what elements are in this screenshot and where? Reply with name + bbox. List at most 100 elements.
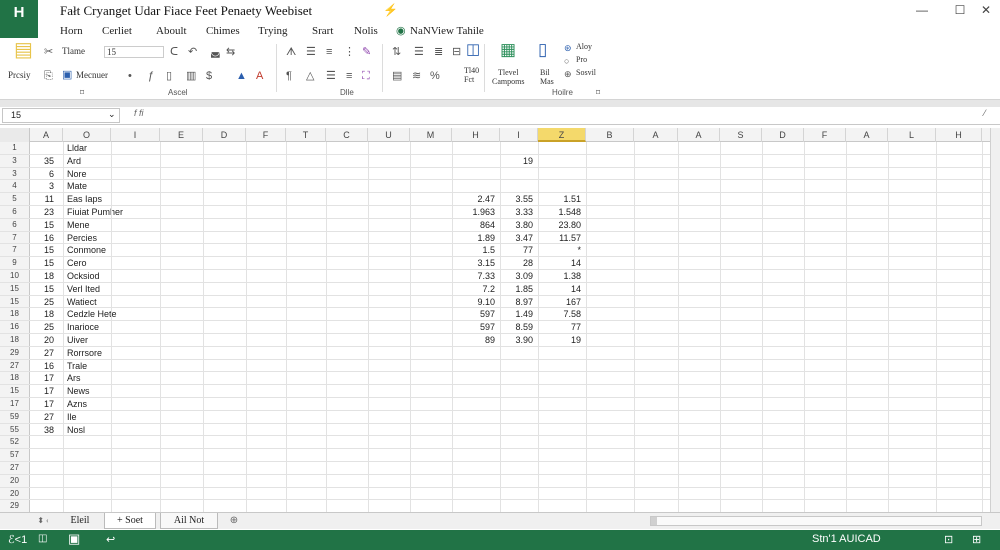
cell-a[interactable] bbox=[30, 449, 54, 461]
cell-value-h[interactable] bbox=[452, 500, 495, 512]
cell-value-i[interactable]: 3.55 bbox=[500, 193, 533, 205]
column-header[interactable]: U bbox=[368, 128, 410, 142]
cell-value-i[interactable]: 3.09 bbox=[500, 270, 533, 282]
align-bottom-icon[interactable]: ≡ bbox=[326, 46, 332, 58]
row-header[interactable]: 16 bbox=[0, 321, 30, 333]
sheet-tab-3[interactable]: Ail Not bbox=[160, 513, 218, 529]
cell-value-h[interactable]: 2.47 bbox=[452, 193, 495, 205]
row-header[interactable]: 18 bbox=[0, 372, 30, 385]
sort-icon[interactable]: ⇅ bbox=[392, 46, 401, 58]
cell-name[interactable] bbox=[67, 475, 157, 487]
tab-nolis[interactable]: Nolis bbox=[354, 22, 378, 40]
cell-value-z[interactable]: 11.57 bbox=[538, 232, 581, 244]
row-header[interactable]: 1 bbox=[0, 142, 30, 154]
cell-value-z[interactable] bbox=[538, 436, 581, 448]
cell-name[interactable]: Fiuiat Pumher bbox=[67, 206, 157, 218]
maximize-button[interactable]: ☐ bbox=[948, 1, 972, 19]
paste-icon[interactable]: ▤ bbox=[14, 40, 33, 60]
cell-value-h[interactable]: 597 bbox=[452, 308, 495, 320]
sheet-tab-2[interactable]: + Soet bbox=[104, 513, 156, 529]
cell-name[interactable]: Ard bbox=[67, 155, 157, 167]
cell-value-z[interactable] bbox=[538, 462, 581, 474]
align-justify-icon[interactable]: ☰ bbox=[414, 46, 424, 58]
cell-value-h[interactable] bbox=[452, 475, 495, 487]
cell-a[interactable]: 15 bbox=[30, 244, 54, 256]
align-left-icon[interactable]: ¶ bbox=[286, 70, 292, 82]
vertical-scrollbar[interactable] bbox=[990, 128, 1000, 512]
cell-name[interactable]: Mene bbox=[67, 219, 157, 231]
cell-name[interactable] bbox=[67, 488, 157, 500]
tab-view-table[interactable]: NaNView Tahile bbox=[410, 22, 484, 40]
cell-value-h[interactable] bbox=[452, 488, 495, 500]
fx-icon[interactable]: f fi bbox=[134, 108, 144, 118]
row-header[interactable]: 59 bbox=[0, 410, 30, 423]
cell-value-i[interactable] bbox=[500, 449, 533, 461]
orientation-icon[interactable]: ⋮ bbox=[344, 46, 355, 58]
cell-value-i[interactable] bbox=[500, 475, 533, 487]
cell-value-z[interactable] bbox=[538, 385, 581, 397]
record-icon[interactable]: ◫ bbox=[38, 533, 47, 544]
cell-value-h[interactable] bbox=[452, 449, 495, 461]
table-button[interactable]: Tl40 Fct bbox=[464, 66, 479, 84]
cell-name[interactable]: Lldar bbox=[67, 142, 157, 154]
cell-a[interactable]: 20 bbox=[30, 334, 54, 346]
cell-value-z[interactable] bbox=[538, 500, 581, 512]
cell-value-z[interactable] bbox=[538, 168, 581, 180]
row-header[interactable]: 7 bbox=[0, 231, 30, 244]
cell-value-i[interactable]: 3.80 bbox=[500, 219, 533, 231]
cell-value-i[interactable]: 19 bbox=[500, 155, 533, 167]
column-header[interactable]: A bbox=[678, 128, 720, 142]
row-header[interactable]: 10 bbox=[0, 270, 30, 282]
cell-a[interactable]: 16 bbox=[30, 360, 54, 372]
select-all-corner[interactable] bbox=[0, 128, 30, 142]
row-header[interactable]: 20 bbox=[0, 487, 30, 500]
cell-name[interactable]: Watiect bbox=[67, 296, 157, 308]
cell-value-i[interactable] bbox=[500, 436, 533, 448]
cell-value-i[interactable] bbox=[500, 488, 533, 500]
row-header[interactable]: 7 bbox=[0, 244, 30, 257]
column-header[interactable]: C bbox=[326, 128, 368, 142]
cell-name[interactable] bbox=[67, 436, 157, 448]
tab-chimes[interactable]: Chimes bbox=[206, 22, 240, 40]
decrease-icon[interactable]: ▤ bbox=[392, 70, 402, 82]
cell-name[interactable]: Nore bbox=[67, 168, 157, 180]
cell-name[interactable]: Cero bbox=[67, 257, 157, 269]
cell-name[interactable]: Ile bbox=[67, 411, 157, 423]
cell-value-z[interactable]: 23.80 bbox=[538, 219, 581, 231]
cell-value-i[interactable]: 3.90 bbox=[500, 334, 533, 346]
cell-value-h[interactable] bbox=[452, 360, 495, 372]
name-box[interactable]: 15 bbox=[2, 108, 120, 123]
cell-a[interactable]: 35 bbox=[30, 155, 54, 167]
row-header[interactable]: 15 bbox=[0, 385, 30, 397]
cell-value-h[interactable] bbox=[452, 168, 495, 180]
cell-a[interactable]: 17 bbox=[30, 385, 54, 397]
column-header[interactable]: I bbox=[500, 128, 538, 142]
cell-value-i[interactable] bbox=[500, 168, 533, 180]
option-icon-1[interactable]: ⊛ bbox=[564, 42, 572, 54]
cell-name[interactable] bbox=[67, 500, 157, 512]
cell-name[interactable]: Cedzle Hete bbox=[67, 308, 157, 320]
cell-value-z[interactable]: 19 bbox=[538, 334, 581, 346]
cell-value-i[interactable]: 3.47 bbox=[500, 232, 533, 244]
border-icon[interactable]: ▯ bbox=[166, 70, 172, 82]
cell-a[interactable]: 17 bbox=[30, 372, 54, 384]
cell-value-z[interactable] bbox=[538, 360, 581, 372]
row-header[interactable]: 52 bbox=[0, 436, 30, 449]
cell-value-h[interactable]: 9.10 bbox=[452, 296, 495, 308]
indent-icon[interactable]: ⊟ bbox=[452, 46, 461, 58]
cell-value-h[interactable] bbox=[452, 398, 495, 410]
cell-value-i[interactable]: 77 bbox=[500, 244, 533, 256]
cell-value-h[interactable]: 7.33 bbox=[452, 270, 495, 282]
bit-max-icon[interactable]: ▯ bbox=[538, 41, 547, 58]
close-button[interactable]: ✕ bbox=[974, 1, 998, 19]
column-header[interactable]: B bbox=[586, 128, 634, 142]
macro-icon[interactable]: ↩ bbox=[106, 533, 115, 546]
align-top-icon[interactable]: ᗑ bbox=[286, 46, 296, 58]
row-header[interactable]: 57 bbox=[0, 449, 30, 461]
column-header[interactable]: T bbox=[286, 128, 326, 142]
tab-start[interactable]: Srart bbox=[312, 22, 333, 40]
copy-icon[interactable]: ⎘ bbox=[44, 70, 53, 82]
cell-value-i[interactable] bbox=[500, 398, 533, 410]
minimize-button[interactable]: — bbox=[910, 1, 934, 19]
cell-value-h[interactable] bbox=[452, 385, 495, 397]
